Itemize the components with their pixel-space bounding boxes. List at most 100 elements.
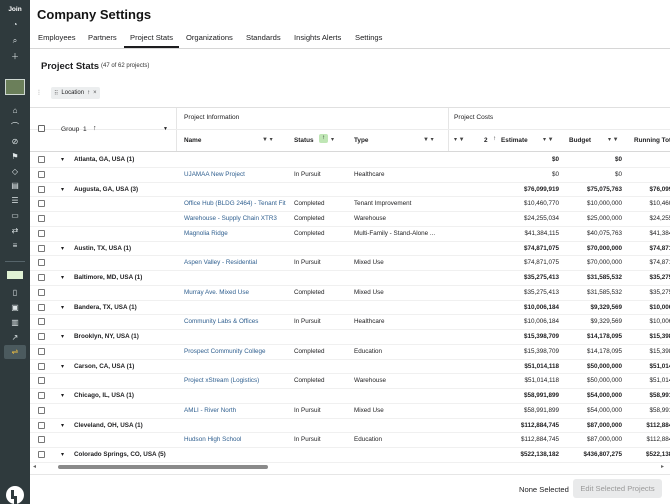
status-filter-active-icon[interactable]: ↑ xyxy=(319,134,328,143)
row-checkbox[interactable] xyxy=(38,259,45,267)
group-row[interactable]: ▾ Cleveland, OH, USA (1) $112,884,745 $87,0… xyxy=(30,418,670,433)
search-icon[interactable]: ⌕ xyxy=(9,35,21,47)
costs-dropdown-icon[interactable]: ▾ ▼ xyxy=(454,136,465,143)
expand-chevron-icon[interactable]: ▾ xyxy=(61,333,64,340)
horizontal-scrollbar[interactable]: ◂ ▸ xyxy=(30,463,670,471)
edit-selected-projects-button[interactable]: Edit Selected Projects xyxy=(573,479,662,498)
group-chip-location[interactable]: ⠿ Location ↑ × xyxy=(51,87,100,99)
table-row[interactable]: Magnolia Ridge Completed Multi-Family - St… xyxy=(30,226,670,241)
project-name-link[interactable]: Project xStream (Logistics) xyxy=(184,377,292,384)
group-sort-arrow-icon[interactable]: ↑ xyxy=(93,125,97,132)
plus-icon[interactable]: ＋ xyxy=(9,51,21,63)
row-checkbox[interactable] xyxy=(38,156,45,163)
row-checkbox[interactable] xyxy=(38,333,45,340)
tab-settings[interactable]: Settings xyxy=(355,33,382,42)
company-avatar[interactable] xyxy=(5,79,25,95)
column-header-status[interactable]: Status xyxy=(294,129,314,151)
budget-filter-icon[interactable]: ▾ ▼ xyxy=(608,136,619,143)
chip-close-icon[interactable]: × xyxy=(93,90,97,96)
column-header-estimate[interactable]: Estimate xyxy=(501,129,528,151)
home-icon[interactable]: ⌂ xyxy=(9,105,21,117)
sort-arrow-icon[interactable]: ↑ xyxy=(87,90,90,96)
column-header-name[interactable]: Name xyxy=(184,129,201,151)
row-checkbox[interactable] xyxy=(38,288,45,296)
row-checkbox[interactable] xyxy=(38,185,45,193)
expand-chevron-icon[interactable]: ▾ xyxy=(61,274,64,281)
table-row[interactable]: Project xStream (Logistics) Completed Ware… xyxy=(30,373,670,388)
tab-standards[interactable]: Standards xyxy=(246,33,281,42)
expand-chevron-icon[interactable]: ▾ xyxy=(61,245,64,252)
row-checkbox[interactable] xyxy=(38,451,45,458)
drag-handle-icon[interactable]: ⠿ xyxy=(54,90,58,97)
group-row[interactable]: ▾ Brooklyn, NY, USA (1) $15,398,709 $14,178… xyxy=(30,329,670,344)
shield-icon[interactable]: ◇ xyxy=(9,166,21,178)
group-row[interactable]: ▾ Colorado Springs, CO, USA (5) $522,138,1… xyxy=(30,447,670,462)
app-logo-icon[interactable] xyxy=(6,486,24,504)
project-name-link[interactable]: AMLI - River North xyxy=(184,407,292,414)
column-header-budget[interactable]: Budget xyxy=(569,129,591,151)
group-column-header[interactable]: Group 1 xyxy=(61,126,87,133)
row-checkbox[interactable] xyxy=(38,303,45,311)
row-checkbox[interactable] xyxy=(38,244,45,252)
project-name-link[interactable]: Murray Ave. Mixed Use xyxy=(184,289,292,296)
expand-chevron-icon[interactable]: ▾ xyxy=(61,186,64,193)
chart-icon[interactable]: ▥ xyxy=(9,317,21,329)
row-checkbox[interactable] xyxy=(38,215,45,222)
activity-icon[interactable]: ⌒ xyxy=(9,121,21,133)
row-checkbox[interactable] xyxy=(38,362,45,370)
row-checkbox[interactable] xyxy=(38,200,45,208)
row-checkbox[interactable] xyxy=(38,421,45,429)
swap-icon[interactable]: ⇄ xyxy=(9,225,21,237)
expand-chevron-icon[interactable]: ▾ xyxy=(61,422,64,429)
table-row[interactable]: Prospect Community College Completed Educa… xyxy=(30,344,670,359)
project-name-link[interactable]: Community Labs & Offices xyxy=(184,318,292,325)
table-row[interactable]: Warehouse - Supply Chain XTR3 Completed Wa… xyxy=(30,211,670,226)
group-row[interactable]: ▾ Chicago, IL, USA (1) $58,991,899 $54,000,… xyxy=(30,388,670,403)
project-name-link[interactable]: Warehouse - Supply Chain XTR3 xyxy=(184,215,292,222)
group-row[interactable]: ▾ Augusta, GA, USA (3) $76,099,919 $75,075,… xyxy=(30,182,670,197)
expand-chevron-icon[interactable]: ▾ xyxy=(61,304,64,311)
briefcase-icon[interactable]: ▣ xyxy=(9,302,21,314)
join-label[interactable]: Join xyxy=(0,6,30,13)
row-checkbox[interactable] xyxy=(38,274,45,281)
group-row[interactable]: ▾ Austin, TX, USA (1) $74,871,075 $70,000,0… xyxy=(30,241,670,256)
group-row[interactable]: ▾ Baltimore, MD, USA (1) $35,275,413 $31,58… xyxy=(30,270,670,285)
select-all-checkbox[interactable] xyxy=(38,125,45,132)
table-row[interactable]: Office Hub (BLDG 2464) - Tenant Fit Compl… xyxy=(30,196,670,211)
expand-chevron-icon[interactable]: ▾ xyxy=(61,156,64,163)
company-logo[interactable] xyxy=(7,271,23,279)
expand-chevron-icon[interactable]: ▾ xyxy=(61,451,64,458)
scroll-left-icon[interactable]: ◂ xyxy=(33,463,36,470)
tab-project-stats[interactable]: Project Stats xyxy=(130,33,173,42)
scroll-right-icon[interactable]: ▸ xyxy=(661,463,664,470)
group-row[interactable]: ▾ Carson, CA, USA (1) $51,014,118 $50,000,0… xyxy=(30,359,670,374)
table-row[interactable]: Hudson High School In Pursuit Education $11… xyxy=(30,432,670,447)
estimate-filter-icon[interactable]: ▾ ▼ xyxy=(543,136,554,143)
sliders-icon[interactable]: ≡ xyxy=(9,240,21,252)
column-header-running-total[interactable]: Running Total xyxy=(634,129,670,151)
table-row[interactable]: Aspen Valley - Residential In Pursuit Mixe… xyxy=(30,255,670,270)
row-checkbox[interactable] xyxy=(38,436,45,444)
trend-icon[interactable]: ↗ xyxy=(9,332,21,344)
table-row[interactable]: AMLI - River North In Pursuit Mixed Use $58… xyxy=(30,403,670,418)
type-filter-icon[interactable]: ▼ ▾ xyxy=(423,136,434,143)
compass-icon[interactable]: ⊘ xyxy=(9,136,21,148)
expand-chevron-icon[interactable]: ▾ xyxy=(61,363,64,370)
row-checkbox[interactable] xyxy=(38,318,45,326)
group-dropdown-icon[interactable]: ▼ xyxy=(163,126,168,132)
row-checkbox[interactable] xyxy=(38,229,45,237)
folder-icon[interactable]: ▭ xyxy=(9,210,21,222)
list-icon[interactable]: ☰ xyxy=(9,195,21,207)
column-header-type[interactable]: Type xyxy=(354,129,368,151)
name-filter-icon[interactable]: ▼ ▾ xyxy=(262,136,273,143)
flag-icon[interactable]: ⚑ xyxy=(9,151,21,163)
tab-employees[interactable]: Employees xyxy=(38,33,76,42)
estimate-sort-arrow-icon[interactable]: ↑ xyxy=(493,136,496,142)
project-name-link[interactable]: Prospect Community College xyxy=(184,348,292,355)
project-name-link[interactable]: Office Hub (BLDG 2464) - Tenant Fit xyxy=(184,200,292,207)
group-row[interactable]: ▾ Bandera, TX, USA (1) $10,006,184 $9,329,5… xyxy=(30,300,670,315)
group-row[interactable]: ▾ Atlanta, GA, USA (1) $0 $0 xyxy=(30,152,670,167)
project-name-link[interactable]: Aspen Valley - Residential xyxy=(184,259,292,266)
row-checkbox[interactable] xyxy=(38,170,45,178)
project-name-link[interactable]: Magnolia Ridge xyxy=(184,230,292,237)
